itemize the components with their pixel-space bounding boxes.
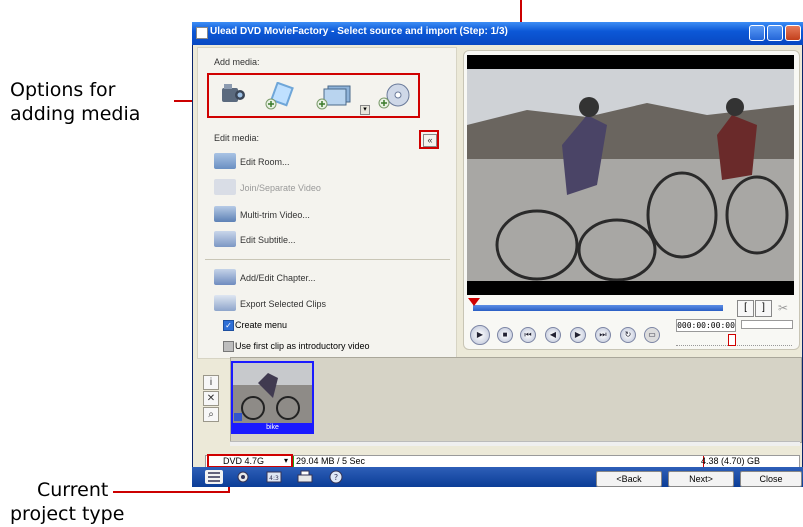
chevron-down-icon: ▾ (283, 456, 288, 465)
clip-thumbnail[interactable]: bike (231, 361, 314, 434)
play-button[interactable]: ▶ (470, 325, 490, 345)
clip-tray (230, 357, 802, 443)
export-clips-icon (214, 295, 236, 311)
window-title: Ulead DVD MovieFactory - Select source a… (210, 26, 508, 37)
add-media-label: Add media: (214, 57, 260, 67)
delete-clip-button[interactable]: ✕ (203, 391, 219, 406)
mark-out-button[interactable]: ] (755, 300, 772, 317)
export-selected-clips-link[interactable]: Export Selected Clips (240, 299, 326, 309)
intro-video-checkbox[interactable] (223, 341, 234, 352)
join-separate-link[interactable]: Join/Separate Video (240, 183, 321, 193)
jog-marker[interactable] (728, 334, 736, 346)
disc-icon[interactable] (377, 82, 411, 110)
project-type-value: DVD 4.7G (223, 456, 265, 466)
image-file-icon[interactable] (316, 84, 354, 110)
close-window-button[interactable] (785, 25, 801, 41)
scrubber-handle[interactable] (468, 298, 480, 306)
home-button[interactable]: ⏮ (520, 327, 536, 343)
maximize-button[interactable] (767, 25, 783, 41)
zoom-button[interactable]: ⌕ (203, 407, 219, 422)
callout-project-line1: Current (37, 479, 109, 501)
callout-project-connector-h (113, 491, 229, 493)
callout-options-line1: Options for (10, 79, 116, 101)
camcorder-icon[interactable] (220, 82, 246, 108)
next-frame-button[interactable]: ▶ (570, 327, 586, 343)
clip-label: bike (233, 423, 312, 432)
prev-frame-button[interactable]: ◀ (545, 327, 561, 343)
clip-tray-scrollbar[interactable] (230, 441, 800, 446)
edit-room-link[interactable]: Edit Room... (240, 157, 290, 167)
create-menu-label: Create menu (235, 320, 288, 330)
cyclists-scene (467, 55, 794, 295)
create-menu-checkbox[interactable]: ✓ (223, 320, 234, 331)
multi-trim-link[interactable]: Multi-trim Video... (240, 210, 310, 220)
edit-media-label: Edit media: (214, 133, 260, 143)
timecode-display[interactable]: 000:00:00:00 (676, 319, 736, 332)
mark-in-button[interactable]: [ (737, 300, 754, 317)
project-settings-icon[interactable] (205, 470, 223, 484)
video-file-icon[interactable] (265, 81, 297, 110)
back-button[interactable]: <Back (596, 471, 662, 487)
info-button[interactable]: i (203, 375, 219, 390)
edit-room-icon (214, 153, 236, 169)
fullscreen-button[interactable]: ▭ (644, 327, 660, 343)
edit-subtitle-link[interactable]: Edit Subtitle... (240, 235, 296, 245)
repeat-button[interactable]: ↻ (620, 327, 636, 343)
disc-capacity-text: 4.38 (4.70) GB (701, 456, 761, 466)
used-space-text: 29.04 MB / 5 Sec (296, 456, 366, 466)
video-preview (467, 55, 794, 295)
callout-options-line2: adding media (10, 103, 141, 125)
add-chapter-icon (214, 269, 236, 285)
next-button[interactable]: Next> (668, 471, 734, 487)
add-edit-chapter-link[interactable]: Add/Edit Chapter... (240, 273, 316, 283)
disc-output-icon[interactable]: 4:3 (265, 470, 283, 484)
scissors-icon[interactable]: ✂ (776, 301, 790, 315)
callout-project-line2: project type (10, 503, 125, 525)
help-icon[interactable]: ? (327, 470, 345, 484)
svg-text:4:3: 4:3 (269, 475, 279, 482)
volume-slider[interactable] (741, 320, 793, 329)
svg-text:?: ? (334, 473, 338, 482)
project-type-select[interactable]: DVD 4.7G ▾ (210, 456, 290, 466)
chevron-down-icon[interactable]: ▾ (360, 105, 370, 115)
multi-trim-icon (214, 206, 236, 222)
join-separate-icon (214, 179, 236, 195)
minimize-button[interactable] (749, 25, 765, 41)
intro-video-label: Use first clip as introductory video (235, 341, 370, 351)
print-icon[interactable] (296, 470, 314, 484)
app-icon (196, 27, 208, 39)
timeline-scrubber[interactable] (473, 305, 723, 311)
end-button[interactable]: ⏭ (595, 327, 611, 343)
divider (205, 259, 450, 260)
stop-button[interactable]: ■ (497, 327, 513, 343)
close-button[interactable]: Close (740, 471, 802, 487)
preferences-icon[interactable] (234, 470, 252, 484)
edit-subtitle-icon (214, 231, 236, 247)
collapse-chevron-icon[interactable]: « (423, 134, 437, 147)
clip-preview-image (233, 363, 312, 423)
